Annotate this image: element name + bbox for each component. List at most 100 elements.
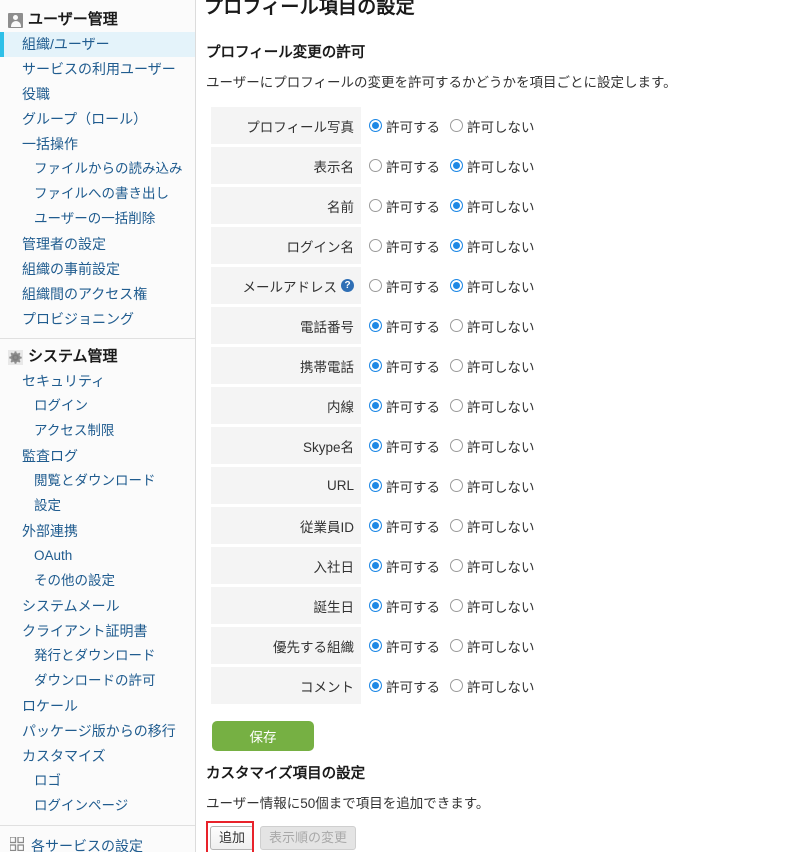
sidebar-item-セキュリティ[interactable]: セキュリティ: [0, 369, 195, 394]
radio-option-allow[interactable]: 許可する: [369, 516, 440, 536]
radio-allow-unselected[interactable]: [369, 159, 382, 173]
radio-option-allow[interactable]: 許可する: [369, 116, 440, 136]
sidebar-item-ログイン[interactable]: ログイン: [0, 394, 195, 419]
radio-option-deny[interactable]: 許可しない: [450, 276, 535, 296]
sidebar-item-アクセス制限[interactable]: アクセス制限: [0, 419, 195, 444]
sidebar-item-パッケージ版からの移行[interactable]: パッケージ版からの移行: [0, 719, 195, 744]
radio-option-deny[interactable]: 許可しない: [450, 196, 535, 216]
radio-option-allow[interactable]: 許可する: [369, 196, 440, 216]
sidebar-item-発行とダウンロード[interactable]: 発行とダウンロード: [0, 644, 195, 669]
radio-option-allow[interactable]: 許可する: [369, 356, 440, 376]
radio-option-deny[interactable]: 許可しない: [450, 316, 535, 336]
radio-allow-selected[interactable]: [369, 399, 382, 413]
radio-allow-selected[interactable]: [369, 119, 382, 133]
sidebar-item-管理者の設定[interactable]: 管理者の設定: [0, 232, 195, 257]
radio-deny-unselected[interactable]: [450, 119, 463, 133]
radio-allow-unselected[interactable]: [369, 199, 382, 213]
sidebar-item-組織の事前設定[interactable]: 組織の事前設定: [0, 257, 195, 282]
radio-option-allow[interactable]: 許可する: [369, 476, 440, 496]
radio-allow-selected[interactable]: [369, 599, 382, 613]
radio-option-deny[interactable]: 許可しない: [450, 436, 535, 456]
permission-row-options: 許可する 許可しない: [369, 196, 535, 216]
radio-allow-selected[interactable]: [369, 319, 382, 333]
sidebar-item-外部連携[interactable]: 外部連携: [0, 519, 195, 544]
radio-option-deny[interactable]: 許可しない: [450, 156, 535, 176]
radio-deny-unselected[interactable]: [450, 439, 463, 453]
sidebar-item-label: 発行とダウンロード: [34, 648, 156, 663]
sidebar-item-ログインページ[interactable]: ログインページ: [0, 794, 195, 819]
radio-option-allow[interactable]: 許可する: [369, 676, 440, 696]
sidebar-item-その他の設定[interactable]: その他の設定: [0, 569, 195, 594]
radio-option-deny[interactable]: 許可しない: [450, 596, 535, 616]
radio-option-allow[interactable]: 許可する: [369, 316, 440, 336]
radio-deny-unselected[interactable]: [450, 679, 463, 693]
sidebar-item-一括操作[interactable]: 一括操作: [0, 132, 195, 157]
radio-option-allow[interactable]: 許可する: [369, 276, 440, 296]
radio-deny-unselected[interactable]: [450, 479, 463, 493]
radio-deny-selected[interactable]: [450, 279, 463, 293]
radio-deny-selected[interactable]: [450, 239, 463, 253]
radio-allow-unselected[interactable]: [369, 239, 382, 253]
radio-deny-unselected[interactable]: [450, 599, 463, 613]
sidebar-item-サービスの利用ユーザー[interactable]: サービスの利用ユーザー: [0, 57, 195, 82]
radio-allow-selected[interactable]: [369, 559, 382, 573]
sidebar-item-監査ログ[interactable]: 監査ログ: [0, 444, 195, 469]
sidebar-item-OAuth[interactable]: OAuth: [0, 544, 195, 569]
sidebar-item-ダウンロードの許可[interactable]: ダウンロードの許可: [0, 669, 195, 694]
sidebar-item-ロゴ[interactable]: ロゴ: [0, 769, 195, 794]
save-button[interactable]: 保存: [212, 720, 314, 751]
radio-allow-selected[interactable]: [369, 519, 382, 533]
radio-option-allow[interactable]: 許可する: [369, 636, 440, 656]
radio-option-allow[interactable]: 許可する: [369, 596, 440, 616]
radio-option-deny[interactable]: 許可しない: [450, 356, 535, 376]
radio-option-deny[interactable]: 許可しない: [450, 476, 535, 496]
permission-row-label-cell: 表示名: [211, 147, 361, 185]
radio-deny-selected[interactable]: [450, 159, 463, 173]
help-icon[interactable]: ?: [341, 279, 354, 293]
radio-allow-selected[interactable]: [369, 439, 382, 453]
radio-deny-unselected[interactable]: [450, 519, 463, 533]
sidebar-item-ユーザーの一括削除[interactable]: ユーザーの一括削除: [0, 207, 195, 232]
radio-allow-selected[interactable]: [369, 479, 382, 493]
radio-deny-selected[interactable]: [450, 199, 463, 213]
sidebar-item-閲覧とダウンロード[interactable]: 閲覧とダウンロード: [0, 469, 195, 494]
radio-option-allow[interactable]: 許可する: [369, 556, 440, 576]
radio-allow-selected[interactable]: [369, 639, 382, 653]
radio-option-allow[interactable]: 許可する: [369, 236, 440, 256]
radio-option-deny[interactable]: 許可しない: [450, 116, 535, 136]
radio-deny-unselected[interactable]: [450, 559, 463, 573]
radio-label: 許可する: [386, 599, 440, 615]
sidebar-item-グループ（ロール）[interactable]: グループ（ロール）: [0, 107, 195, 132]
radio-allow-unselected[interactable]: [369, 279, 382, 293]
sidebar-item-ロケール[interactable]: ロケール: [0, 694, 195, 719]
add-button[interactable]: 追加: [210, 826, 255, 851]
radio-option-allow[interactable]: 許可する: [369, 396, 440, 416]
radio-option-allow[interactable]: 許可する: [369, 156, 440, 176]
radio-option-deny[interactable]: 許可しない: [450, 236, 535, 256]
radio-deny-unselected[interactable]: [450, 319, 463, 333]
radio-deny-unselected[interactable]: [450, 639, 463, 653]
sidebar-item-カスタマイズ[interactable]: カスタマイズ: [0, 744, 195, 769]
radio-allow-selected[interactable]: [369, 679, 382, 693]
reorder-button[interactable]: 表示順の変更: [260, 826, 357, 851]
sidebar-item-プロビジョニング[interactable]: プロビジョニング: [0, 307, 195, 332]
radio-deny-unselected[interactable]: [450, 399, 463, 413]
radio-option-deny[interactable]: 許可しない: [450, 556, 535, 576]
radio-option-allow[interactable]: 許可する: [369, 436, 440, 456]
sidebar-item-組織間のアクセス権[interactable]: 組織間のアクセス権: [0, 282, 195, 307]
radio-option-deny[interactable]: 許可しない: [450, 636, 535, 656]
sidebar-item-クライアント証明書[interactable]: クライアント証明書: [0, 619, 195, 644]
radio-option-deny[interactable]: 許可しない: [450, 396, 535, 416]
sidebar-item-組織/ユーザー[interactable]: 組織/ユーザー: [0, 32, 195, 57]
radio-option-deny[interactable]: 許可しない: [450, 516, 535, 536]
radio-allow-selected[interactable]: [369, 359, 382, 373]
sidebar-groups: ユーザー管理 組織/ユーザー サービスの利用ユーザー 役職 グループ（ロール） 一括操作フ…: [0, 8, 195, 819]
sidebar-item-ファイルへの書き出し[interactable]: ファイルへの書き出し: [0, 182, 195, 207]
radio-deny-unselected[interactable]: [450, 359, 463, 373]
radio-option-deny[interactable]: 許可しない: [450, 676, 535, 696]
sidebar-item-システムメール[interactable]: システムメール: [0, 594, 195, 619]
sidebar-item-ファイルからの読み込み[interactable]: ファイルからの読み込み: [0, 157, 195, 182]
sidebar-footer-item-各サービスの設定[interactable]: 各サービスの設定: [0, 832, 195, 852]
sidebar-item-設定[interactable]: 設定: [0, 494, 195, 519]
sidebar-item-役職[interactable]: 役職: [0, 82, 195, 107]
